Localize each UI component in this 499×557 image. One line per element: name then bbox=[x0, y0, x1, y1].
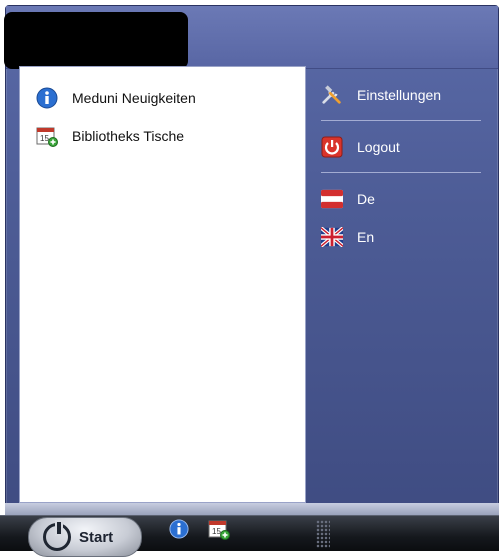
taskbar-calendar-add-icon[interactable]: 15 bbox=[208, 518, 230, 540]
logout-label: Logout bbox=[357, 139, 400, 155]
uk-flag-icon bbox=[321, 226, 343, 248]
power-logout-icon bbox=[321, 136, 343, 158]
separator bbox=[321, 120, 481, 121]
language-de-item[interactable]: De bbox=[321, 188, 375, 210]
calendar-add-icon: 15 bbox=[36, 125, 58, 147]
menu-item-label: Bibliotheks Tische bbox=[72, 128, 185, 144]
language-de-label: De bbox=[357, 191, 375, 207]
menu-item-bibliotheks-tische[interactable]: 15 Bibliotheks Tische bbox=[36, 125, 184, 147]
menu-item-meduni-neuigkeiten[interactable]: Meduni Neuigkeiten bbox=[36, 87, 196, 109]
taskbar-grip[interactable] bbox=[316, 520, 330, 548]
redacted-user-area bbox=[4, 12, 188, 69]
system-pane: Einstellungen Logout De En bbox=[307, 66, 489, 503]
info-icon bbox=[36, 87, 58, 109]
start-label: Start bbox=[79, 528, 114, 546]
programs-pane: Meduni Neuigkeiten 15 Bibliotheks Tische bbox=[19, 66, 306, 503]
language-en-label: En bbox=[357, 229, 375, 245]
taskbar-info-icon[interactable] bbox=[168, 518, 190, 540]
austria-flag-icon bbox=[321, 188, 343, 210]
power-icon bbox=[43, 520, 71, 551]
tools-icon bbox=[321, 84, 343, 106]
language-en-item[interactable]: En bbox=[321, 226, 374, 248]
menu-item-label: Meduni Neuigkeiten bbox=[72, 90, 196, 106]
separator bbox=[321, 172, 481, 173]
menu-bottom-edge bbox=[5, 503, 499, 515]
start-button[interactable]: Start bbox=[28, 517, 142, 557]
logout-item[interactable]: Logout bbox=[321, 136, 400, 158]
settings-item[interactable]: Einstellungen bbox=[321, 84, 441, 106]
settings-label: Einstellungen bbox=[357, 87, 442, 103]
